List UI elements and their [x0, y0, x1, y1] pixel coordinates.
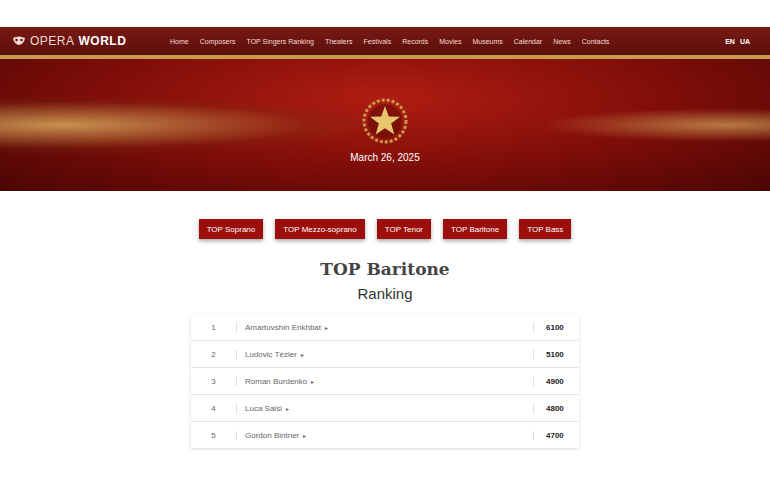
nav-item[interactable]: Calendar [514, 38, 542, 45]
ranking-row: 1Amartuvshin Enkhbat▸6100 [191, 314, 579, 340]
nav-item[interactable]: Contacts [582, 38, 610, 45]
score-cell: 5100 [533, 350, 579, 359]
ranking-row: 3Roman Burdenko▸4900 [191, 368, 579, 394]
nav-item[interactable]: Festivals [364, 38, 392, 45]
ranking-row: 2Ludovic Tézier▸5100 [191, 341, 579, 367]
language-option[interactable]: UA [740, 38, 750, 45]
singer-name[interactable]: Roman Burdenko▸ [236, 377, 533, 386]
nav-item[interactable]: TOP Singers Ranking [246, 38, 313, 45]
nav-item[interactable]: Theaters [325, 38, 353, 45]
logo[interactable]: OPERA WORLD [12, 34, 170, 48]
expand-arrow-icon: ▸ [311, 378, 314, 385]
page-subtitle: Ranking [357, 285, 412, 302]
rank-cell: 3 [191, 377, 236, 386]
nav-item[interactable]: Records [402, 38, 428, 45]
hero-date: March 26, 2025 [350, 152, 420, 163]
singer-name[interactable]: Gordon Bintner▸ [236, 431, 533, 440]
mask-icon [12, 36, 26, 46]
nav-item[interactable]: Museums [472, 38, 502, 45]
ranking-row: 4Luca Salsi▸4800 [191, 395, 579, 421]
rank-cell: 2 [191, 350, 236, 359]
voice-tab[interactable]: TOP Baritone [443, 219, 507, 239]
score-cell: 4900 [533, 377, 579, 386]
score-cell: 4800 [533, 404, 579, 413]
nav-item[interactable]: Movies [439, 38, 461, 45]
nav-item[interactable]: Composers [200, 38, 236, 45]
nav-item[interactable]: Home [170, 38, 189, 45]
singer-name[interactable]: Amartuvshin Enkhbat▸ [236, 323, 533, 332]
rank-cell: 4 [191, 404, 236, 413]
voice-tab[interactable]: TOP Bass [519, 219, 571, 239]
expand-arrow-icon: ▸ [301, 351, 304, 358]
nav-item[interactable]: News [553, 38, 571, 45]
language-option[interactable]: EN [725, 38, 735, 45]
voice-tabs: TOP Soprano TOP Mezzo-soprano TOP Tenor TOP… [199, 219, 572, 239]
expand-arrow-icon: ▸ [286, 405, 289, 412]
language-switch: EN UA [725, 38, 750, 45]
voice-tab[interactable]: TOP Tenor [377, 219, 431, 239]
page: OPERA WORLD Home Composers TOP Singers Ranki… [0, 0, 770, 480]
page-title: TOP Baritone [320, 259, 449, 279]
ranking-table: 1Amartuvshin Enkhbat▸61002Ludovic Tézier… [191, 314, 579, 449]
expand-arrow-icon: ▸ [303, 432, 306, 439]
score-cell: 6100 [533, 323, 579, 332]
hero-banner: March 26, 2025 [0, 55, 770, 191]
singer-name[interactable]: Luca Salsi▸ [236, 404, 533, 413]
voice-tab[interactable]: TOP Mezzo-soprano [275, 219, 365, 239]
logo-text-light: OPERA [30, 34, 75, 48]
nav-bar: OPERA WORLD Home Composers TOP Singers Ranki… [0, 27, 770, 55]
singer-name[interactable]: Ludovic Tézier▸ [236, 350, 533, 359]
nav-menu: Home Composers TOP Singers Ranking Theaters… [170, 38, 725, 45]
laurel-star-icon [362, 98, 408, 144]
score-cell: 4700 [533, 431, 579, 440]
voice-tab[interactable]: TOP Soprano [199, 219, 264, 239]
rank-cell: 1 [191, 323, 236, 332]
rank-cell: 5 [191, 431, 236, 440]
ranking-section: TOP Soprano TOP Mezzo-soprano TOP Tenor TOP… [0, 191, 770, 449]
expand-arrow-icon: ▸ [325, 324, 328, 331]
ranking-row: 5Gordon Bintner▸4700 [191, 422, 579, 448]
logo-text-bold: WORLD [79, 34, 127, 48]
